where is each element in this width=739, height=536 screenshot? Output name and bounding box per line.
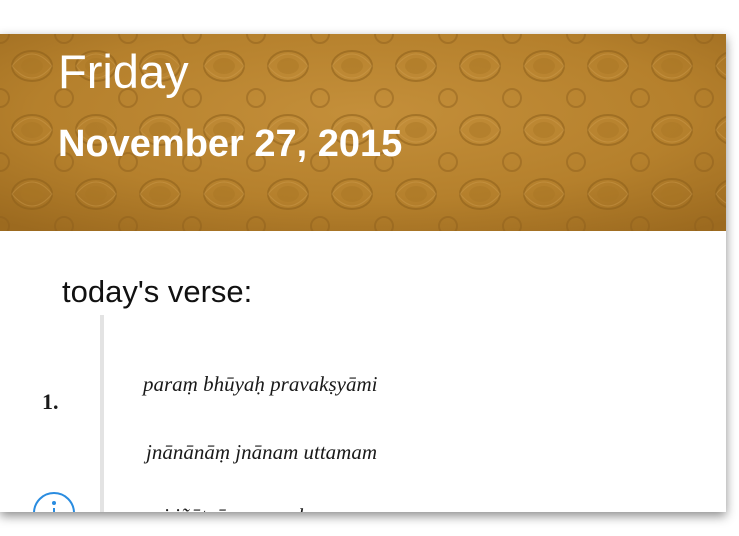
verse-line-2: jnānānāṃ jnānam uttamam (146, 440, 377, 464)
verse-divider (100, 315, 104, 512)
app-screen: Friday November 27, 2015 today's verse: … (0, 34, 726, 512)
info-icon-stem (53, 508, 55, 512)
full-date: November 27, 2015 (58, 123, 403, 165)
verse-section-title: today's verse: (62, 274, 253, 309)
info-icon-dot (52, 501, 56, 505)
verse-line-3: yaj jñātvā munayaḥ sarve (143, 504, 359, 512)
verse-line-1: paraṃ bhūyaḥ pravakṣyāmi (143, 372, 378, 396)
info-icon[interactable] (33, 492, 75, 512)
day-of-week: Friday (58, 45, 189, 98)
verse-number: 1. (42, 389, 59, 414)
date-header: Friday November 27, 2015 (0, 34, 726, 231)
